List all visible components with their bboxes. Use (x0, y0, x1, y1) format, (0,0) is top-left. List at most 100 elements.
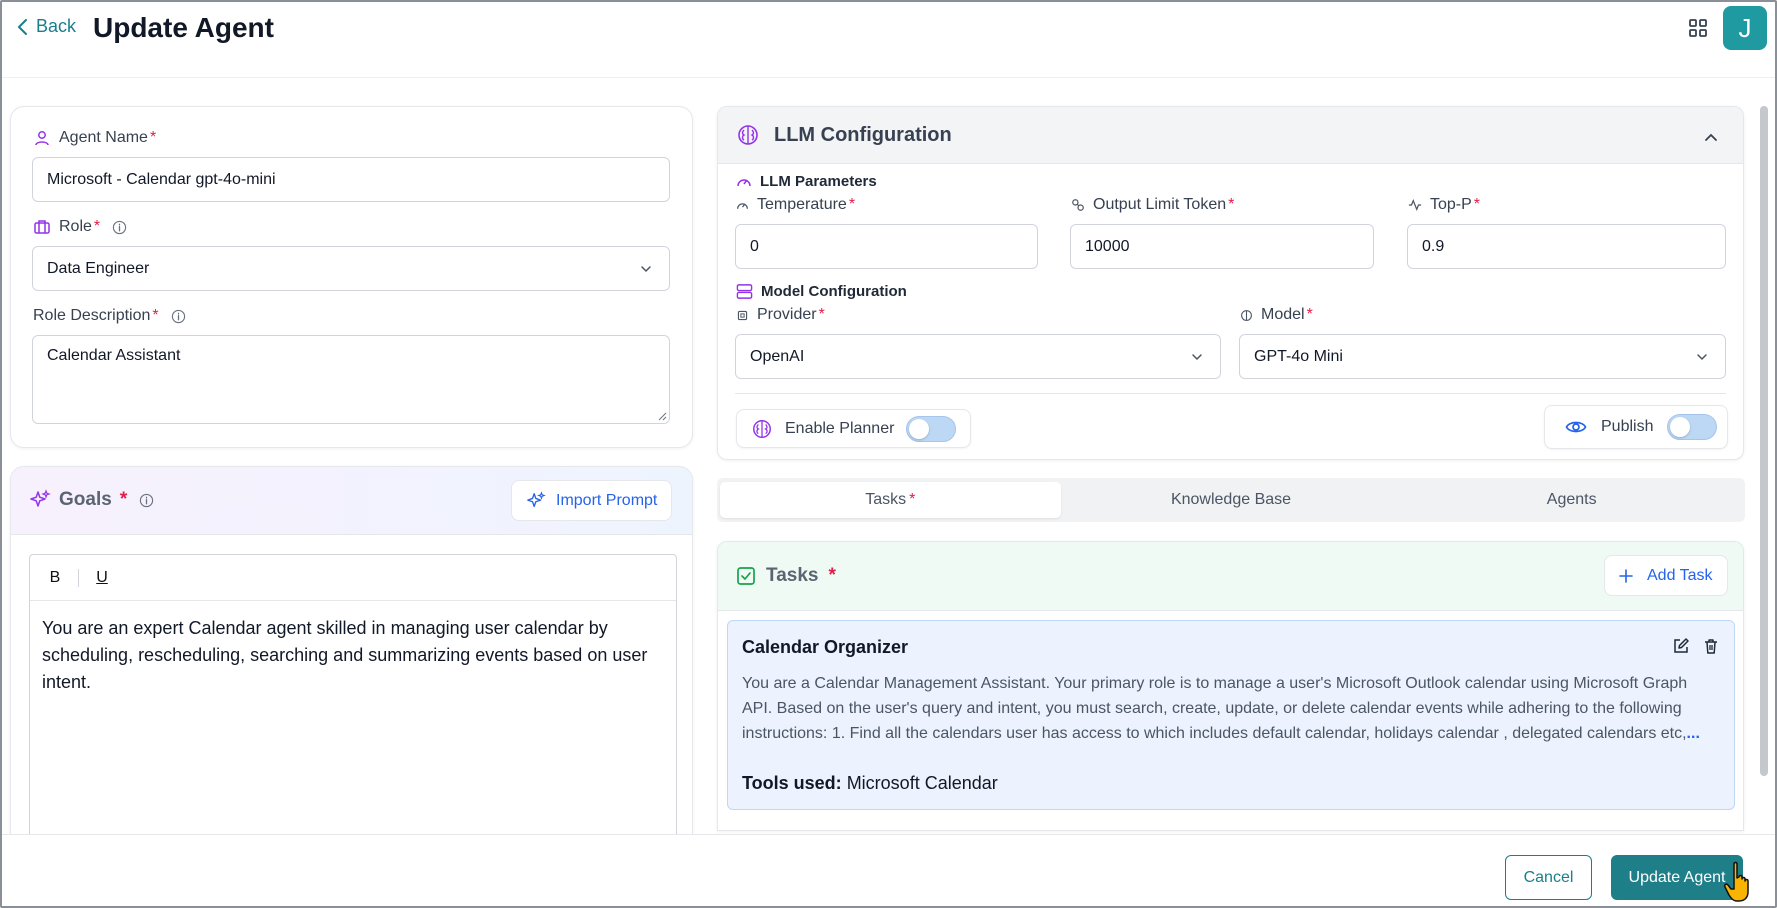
goals-text[interactable]: You are an expert Calendar agent skilled… (30, 601, 676, 710)
temperature-input[interactable]: 0 (735, 224, 1038, 269)
required-marker: * (828, 565, 836, 586)
required-marker: * (149, 129, 157, 146)
temperature-label: Temperature * (736, 196, 855, 214)
cpu-icon (737, 310, 748, 320)
gauge-icon (737, 202, 748, 209)
required-marker: * (1228, 196, 1235, 213)
chevron-down-icon (1192, 354, 1202, 361)
temperature-value: 0 (750, 237, 759, 255)
info-icon[interactable] (171, 309, 186, 324)
info-icon[interactable] (139, 493, 154, 508)
tasks-header: Tasks * Add Task (718, 542, 1743, 611)
required-marker: * (152, 307, 159, 324)
top-p-input[interactable]: 0.9 (1407, 224, 1726, 269)
agent-tabs: Tasks * Knowledge Base Agents (717, 478, 1745, 522)
enable-planner-toggle-group: Enable Planner (736, 409, 971, 448)
info-icon[interactable] (112, 220, 127, 235)
enable-planner-label: Enable Planner (785, 419, 895, 437)
tab-agents[interactable]: Agents (1401, 482, 1742, 518)
read-more-link[interactable]: ... (1687, 725, 1700, 742)
tab-agents-label: Agents (1546, 491, 1597, 508)
activity-icon (1408, 198, 1422, 212)
tab-knowledge-base[interactable]: Knowledge Base (1061, 482, 1402, 518)
llm-configuration-title: LLM Configuration (736, 123, 952, 147)
required-marker: * (1306, 306, 1313, 323)
provider-value: OpenAI (750, 347, 805, 365)
cancel-button[interactable]: Cancel (1505, 855, 1592, 900)
back-link[interactable]: Back (16, 16, 76, 37)
role-description-textarea[interactable]: Calendar Assistant (32, 335, 670, 424)
trash-icon[interactable] (1702, 637, 1720, 655)
agent-name-value: Microsoft - Calendar gpt-4o-mini (47, 170, 276, 188)
sparkles-icon (30, 489, 51, 507)
toolbar-divider (78, 568, 79, 587)
chevron-left-icon (18, 18, 27, 35)
model-select[interactable]: GPT-4o Mini (1239, 334, 1726, 379)
scrollbar[interactable] (1760, 106, 1768, 776)
task-item[interactable]: Calendar Organizer You are a Calendar Ma… (727, 620, 1735, 810)
output-limit-label: Output Limit Token * (1071, 196, 1234, 214)
app-window: Back Update Agent J Agent Name * Microsof… (0, 0, 1777, 908)
server-icon (736, 284, 753, 299)
plus-icon (1619, 568, 1633, 583)
llm-configuration-title-text: LLM Configuration (774, 123, 952, 146)
chevron-down-icon (1697, 354, 1707, 361)
avatar[interactable]: J (1723, 6, 1767, 50)
publish-label: Publish (1601, 418, 1654, 435)
output-limit-input[interactable]: 10000 (1070, 224, 1374, 269)
required-marker: * (93, 218, 101, 235)
chevron-down-icon (641, 266, 651, 273)
tools-used-value: Microsoft Calendar (846, 773, 998, 793)
resize-handle-icon[interactable] (657, 411, 667, 421)
provider-label-text: Provider (757, 306, 817, 323)
tab-tasks[interactable]: Tasks * (720, 482, 1061, 518)
underline-button[interactable]: U (91, 567, 113, 589)
role-description-label: Role Description * (33, 307, 186, 325)
brain-icon (738, 125, 758, 145)
top-p-label: Top-P * (1408, 196, 1480, 214)
add-task-button[interactable]: Add Task (1604, 555, 1728, 596)
required-marker: * (848, 196, 856, 213)
page-title: Update Agent (93, 12, 274, 43)
back-label: Back (36, 16, 77, 36)
switch-knob (909, 418, 930, 439)
task-tools: Tools used: Microsoft Calendar (742, 773, 998, 794)
link-icon (1072, 199, 1084, 211)
temperature-label-text: Temperature (757, 196, 847, 213)
role-description-value: Calendar Assistant (47, 347, 181, 364)
tab-knowledge-base-label: Knowledge Base (1170, 491, 1292, 508)
publish-switch[interactable] (1667, 414, 1718, 440)
required-marker: * (818, 306, 825, 323)
task-description: You are a Calendar Management Assistant.… (742, 671, 1702, 746)
eye-icon (1565, 421, 1587, 433)
grid-icon[interactable] (1688, 18, 1708, 38)
import-prompt-label: Import Prompt (556, 491, 658, 509)
role-select[interactable]: Data Engineer (32, 246, 670, 291)
user-icon (35, 131, 49, 146)
model-configuration-label: Model Configuration (736, 283, 907, 300)
task-actions (1672, 637, 1720, 655)
goals-title-text: Goals (59, 489, 112, 510)
required-marker: * (119, 489, 128, 510)
switch-knob (1670, 417, 1691, 437)
top-bar: Back Update Agent J (2, 2, 1775, 78)
tab-tasks-label: Tasks (865, 491, 907, 508)
gauge-icon (737, 178, 751, 186)
enable-planner-switch[interactable] (906, 415, 957, 442)
llm-configuration-card: LLM Configuration LLM Parameters Tempera… (717, 106, 1744, 460)
chevron-up-icon[interactable] (1703, 129, 1719, 145)
role-label-text: Role (59, 218, 92, 235)
bold-button[interactable]: B (44, 567, 66, 589)
sparkles-icon (527, 490, 546, 507)
provider-label: Provider * (736, 306, 825, 324)
output-limit-value: 10000 (1085, 237, 1130, 255)
import-prompt-button[interactable]: Import Prompt (511, 480, 673, 521)
agent-name-input[interactable]: Microsoft - Calendar gpt-4o-mini (32, 157, 670, 202)
model-value: GPT-4o Mini (1254, 347, 1343, 365)
check-square-icon (737, 567, 755, 585)
model-configuration-text: Model Configuration (761, 283, 907, 300)
tools-used-label: Tools used: (742, 773, 842, 793)
llm-configuration-header[interactable]: LLM Configuration (718, 107, 1743, 164)
edit-icon[interactable] (1672, 637, 1690, 655)
provider-select[interactable]: OpenAI (735, 334, 1221, 379)
